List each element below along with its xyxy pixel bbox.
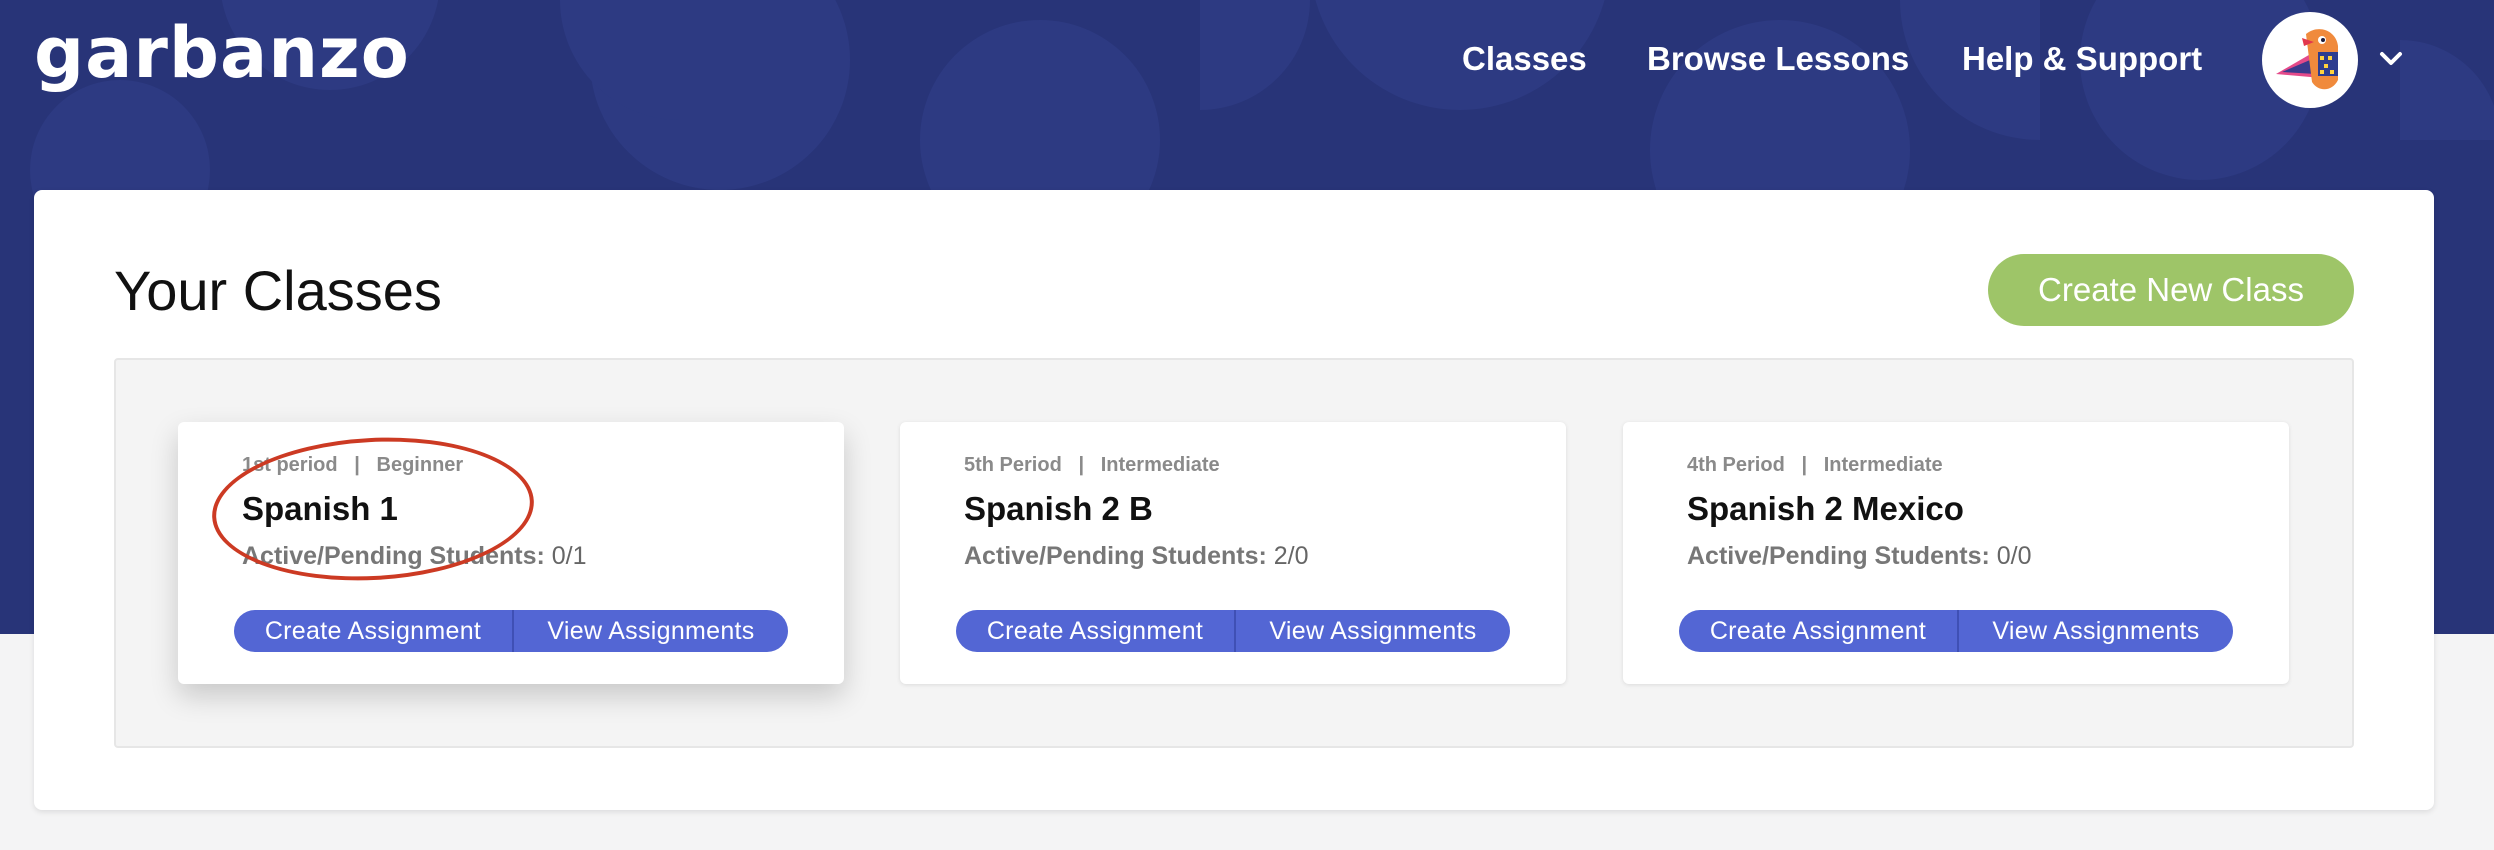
user-avatar[interactable] [2262,12,2358,108]
class-name[interactable]: Spanish 2 B [964,490,1153,528]
student-count-label: Active/Pending Students: [964,542,1274,570]
student-count-label: Active/Pending Students: [1687,542,1997,570]
student-count-label: Active/Pending Students: [242,542,552,570]
create-assignment-button[interactable]: Create Assignment [956,610,1236,652]
view-assignments-button[interactable]: View Assignments [514,610,788,652]
assignment-button-group: Create Assignment View Assignments [1679,610,2233,652]
class-meta: 4th Period | Intermediate [1687,454,1943,476]
assignment-button-group: Create Assignment View Assignments [956,610,1510,652]
create-new-class-button[interactable]: Create New Class [1988,254,2354,326]
nav-browse-lessons[interactable]: Browse Lessons [1647,40,1909,78]
create-assignment-button[interactable]: Create Assignment [1679,610,1959,652]
class-meta: 1st period | Beginner [242,454,464,476]
student-count-value: 2/0 [1273,542,1309,570]
student-count: Active/Pending Students: 2/0 [964,542,1309,571]
nav-help-support[interactable]: Help & Support [1962,40,2202,78]
student-count-value: 0/0 [1996,542,2032,570]
class-name[interactable]: Spanish 2 Mexico [1687,490,1964,528]
student-count: Active/Pending Students: 0/0 [1687,542,2032,571]
class-meta: 5th Period | Intermediate [964,454,1220,476]
nav-classes[interactable]: Classes [1462,40,1587,78]
garbanzo-logo[interactable]: garbanzo [34,12,410,94]
create-assignment-button[interactable]: Create Assignment [234,610,514,652]
view-assignments-button[interactable]: View Assignments [1959,610,2233,652]
class-card-spanish-2-mexico[interactable]: 4th Period | Intermediate Spanish 2 Mexi… [1623,422,2289,684]
student-count-value: 0/1 [551,542,587,570]
view-assignments-button[interactable]: View Assignments [1236,610,1510,652]
class-card-spanish-1[interactable]: 1st period | Beginner Spanish 1 Active/P… [178,422,844,684]
student-count: Active/Pending Students: 0/1 [242,542,587,571]
class-name[interactable]: Spanish 1 [242,490,398,528]
chevron-down-icon[interactable] [2376,44,2406,74]
assignment-button-group: Create Assignment View Assignments [234,610,788,652]
class-card-spanish-2-b[interactable]: 5th Period | Intermediate Spanish 2 B Ac… [900,422,1566,684]
page-title: Your Classes [114,259,442,322]
bird-avatar-icon [2276,29,2338,90]
